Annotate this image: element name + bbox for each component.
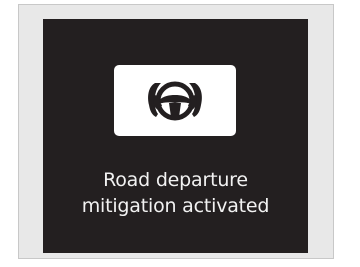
display-frame: Road departure mitigation activated — [18, 4, 334, 259]
icon-panel — [114, 65, 236, 136]
alert-message: Road departure mitigation activated — [43, 167, 308, 219]
alert-message-line-2: mitigation activated — [81, 195, 270, 217]
alert-message-line-1: Road departure — [103, 169, 248, 191]
road-departure-mitigation-icon — [148, 81, 202, 121]
instrument-display-screen: Road departure mitigation activated — [43, 19, 308, 253]
